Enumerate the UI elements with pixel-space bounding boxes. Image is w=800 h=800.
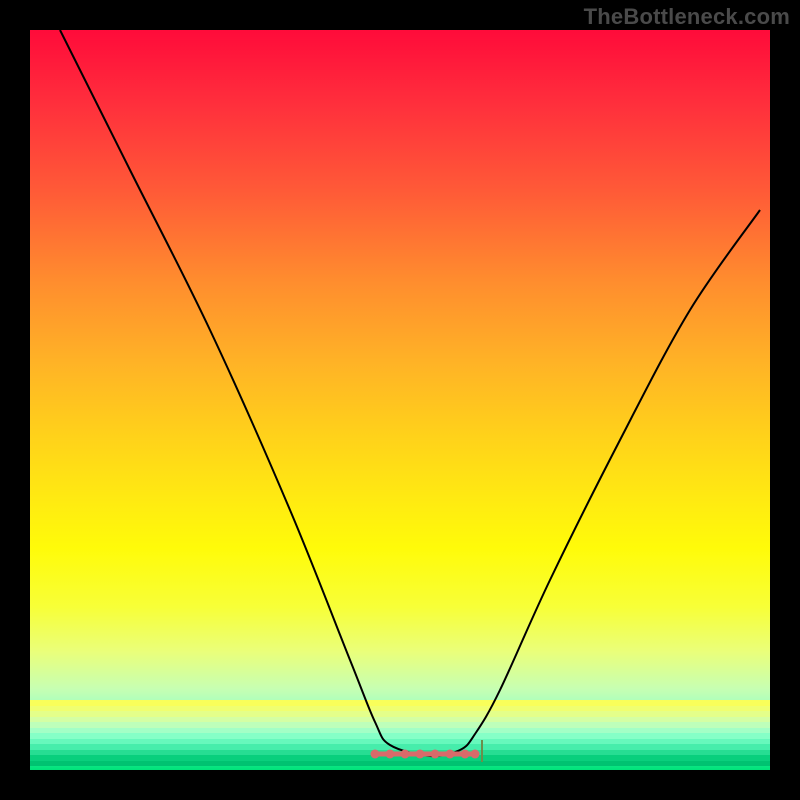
optimal-dot: [471, 750, 480, 759]
optimal-dot: [371, 750, 380, 759]
optimal-dot: [401, 750, 410, 759]
optimal-dot: [386, 750, 395, 759]
plot-area: [30, 30, 770, 770]
watermark-text: TheBottleneck.com: [584, 4, 790, 30]
optimal-dot: [416, 750, 425, 759]
curve-svg: [30, 30, 770, 770]
optimal-dot: [431, 750, 440, 759]
chart-frame: TheBottleneck.com: [0, 0, 800, 800]
optimal-dot: [446, 750, 455, 759]
optimal-dot: [461, 750, 470, 759]
bottleneck-curve: [60, 30, 760, 756]
